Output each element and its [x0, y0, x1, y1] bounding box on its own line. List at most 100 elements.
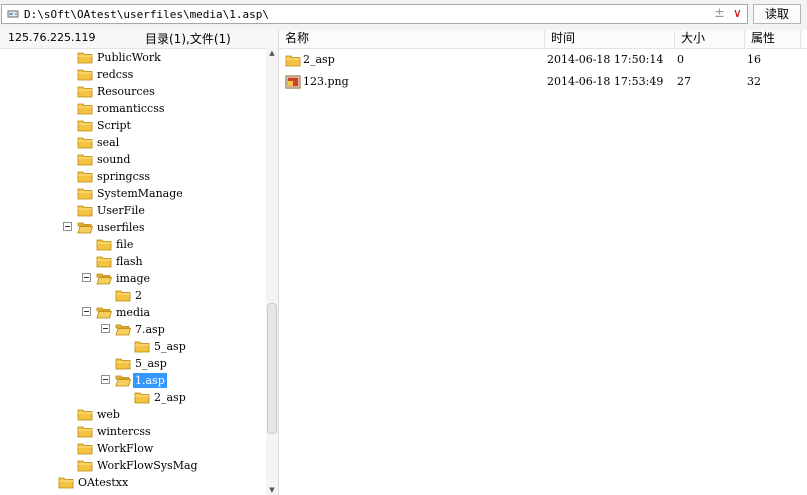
image-file-icon — [285, 75, 301, 92]
file-time: 2014-06-18 17:53:49 — [547, 75, 664, 88]
tree-node[interactable]: Resources — [0, 83, 266, 100]
tree-node-label: WorkFlowSysMag — [97, 459, 198, 472]
tree-header: 125.76.225.119 目录(1),文件(1) — [0, 30, 278, 49]
path-text: D:\sOft\OAtest\userfiles\media\1.asp\ — [24, 8, 270, 21]
column-time[interactable]: 时间 — [545, 30, 675, 48]
folder-icon — [77, 407, 93, 424]
tree-node-label: Script — [97, 119, 131, 132]
scroll-up-icon[interactable]: ▲ — [267, 48, 277, 58]
tree-node-label: 5_asp — [135, 357, 167, 370]
file-attr: 16 — [747, 53, 761, 66]
tree-node-label: wintercss — [97, 425, 151, 438]
collapse-toggle-icon[interactable] — [82, 273, 91, 282]
file-row[interactable]: 2_asp 2014-06-18 17:50:14 0 16 — [279, 50, 807, 72]
tree-node[interactable]: web — [0, 406, 266, 423]
column-name[interactable]: 名称 — [279, 30, 545, 48]
column-size[interactable]: 大小 — [675, 30, 745, 48]
file-time: 2014-06-18 17:50:14 — [547, 53, 664, 66]
tree-node[interactable]: springcss — [0, 168, 266, 185]
tree-node[interactable]: OAtestxx — [0, 474, 266, 491]
tree-node[interactable]: Script — [0, 117, 266, 134]
tree-node[interactable]: userfiles — [0, 219, 266, 236]
tree-node[interactable]: wintercss — [0, 423, 266, 440]
tree-node[interactable]: SystemManage — [0, 185, 266, 202]
folder-icon — [77, 67, 93, 84]
file-name: 123.png — [303, 75, 349, 88]
file-list-pane: 名称 时间 大小 属性 2_asp 2014-06-18 17:50:14 0 … — [279, 30, 807, 495]
tree-node[interactable]: 7.asp — [0, 321, 266, 338]
tree-node-label: 7.asp — [135, 323, 165, 336]
tree-node[interactable]: seal — [0, 134, 266, 151]
tree-node[interactable]: image — [0, 270, 266, 287]
tree-node-label: OAtestxx — [78, 476, 129, 489]
read-button[interactable]: 读取 — [753, 4, 801, 24]
collapse-toggle-icon[interactable] — [101, 375, 110, 384]
tree-node[interactable]: 5_asp — [0, 355, 266, 372]
folder-tree-pane: 125.76.225.119 目录(1),文件(1) PublicWork red… — [0, 30, 279, 495]
collapse-toggle-icon[interactable] — [82, 307, 91, 316]
folder-open-icon — [77, 220, 94, 237]
folder-open-icon — [96, 305, 113, 322]
folder-icon — [77, 84, 93, 101]
tree-node-label: image — [116, 272, 151, 285]
folder-icon — [96, 237, 112, 254]
tree-node-label: WorkFlow — [97, 442, 154, 455]
tree-node[interactable]: flash — [0, 253, 266, 270]
folder-icon — [77, 152, 93, 169]
file-name: 2_asp — [303, 53, 335, 66]
tree-node[interactable]: 5_asp — [0, 338, 266, 355]
chevron-down-icon[interactable]: ∨ — [733, 6, 742, 20]
server-ip: 125.76.225.119 — [8, 31, 96, 44]
folder-icon — [77, 424, 93, 441]
scroll-thumb[interactable] — [267, 303, 277, 434]
tree-node[interactable]: sound — [0, 151, 266, 168]
folder-open-icon — [115, 373, 132, 390]
folder-icon — [134, 339, 150, 356]
folder-icon — [115, 356, 131, 373]
tree-node[interactable]: WorkFlowSysMag — [0, 457, 266, 474]
tree-node[interactable]: romanticcss — [0, 100, 266, 117]
tree-node[interactable]: file — [0, 236, 266, 253]
tree-node-label: seal — [97, 136, 120, 149]
folder-icon — [77, 50, 93, 67]
tree-node[interactable]: 1.asp — [0, 372, 266, 389]
plus-minus-icon[interactable]: ± — [714, 6, 725, 21]
tree-node-label: file — [116, 238, 134, 251]
tree-node[interactable]: 2 — [0, 287, 266, 304]
path-input[interactable]: D:\sOft\OAtest\userfiles\media\1.asp\ ± … — [1, 4, 748, 24]
tree-node-label: media — [116, 306, 151, 319]
folder-icon — [96, 254, 112, 271]
folder-icon — [77, 458, 93, 475]
collapse-toggle-icon[interactable] — [63, 222, 72, 231]
file-row[interactable]: 123.png 2014-06-18 17:53:49 27 32 — [279, 72, 807, 94]
folder-icon — [77, 135, 93, 152]
tree-node-label: 1.asp — [133, 373, 167, 388]
tree-node-label: romanticcss — [97, 102, 165, 115]
tree-node-label: redcss — [97, 68, 134, 81]
folder-icon — [77, 118, 93, 135]
tree-node-label: springcss — [97, 170, 151, 183]
tree-node-label: 2_asp — [154, 391, 186, 404]
tree-node[interactable]: WorkFlow — [0, 440, 266, 457]
column-attr[interactable]: 属性 — [745, 30, 801, 48]
file-size: 27 — [677, 75, 691, 88]
tree-node[interactable]: 2_asp — [0, 389, 266, 406]
folder-icon — [77, 101, 93, 118]
tree-node[interactable]: media — [0, 304, 266, 321]
tree-node-label: PublicWork — [97, 51, 161, 64]
tree-node-label: SystemManage — [97, 187, 183, 200]
tree-node[interactable]: UserFile — [0, 202, 266, 219]
tree-scrollbar[interactable]: ▲ ▼ — [266, 48, 278, 495]
folder-open-icon — [115, 322, 132, 339]
tree-node-label: Resources — [97, 85, 155, 98]
tree-node-label: 2 — [135, 289, 142, 302]
folder-icon — [77, 203, 93, 220]
folder-icon — [134, 390, 150, 407]
tree-node-label: flash — [116, 255, 143, 268]
tree-node[interactable]: redcss — [0, 66, 266, 83]
tree-node[interactable]: PublicWork — [0, 49, 266, 66]
tree-node-label: sound — [97, 153, 131, 166]
folder-open-icon — [96, 271, 113, 288]
collapse-toggle-icon[interactable] — [101, 324, 110, 333]
scroll-down-icon[interactable]: ▼ — [267, 485, 277, 495]
